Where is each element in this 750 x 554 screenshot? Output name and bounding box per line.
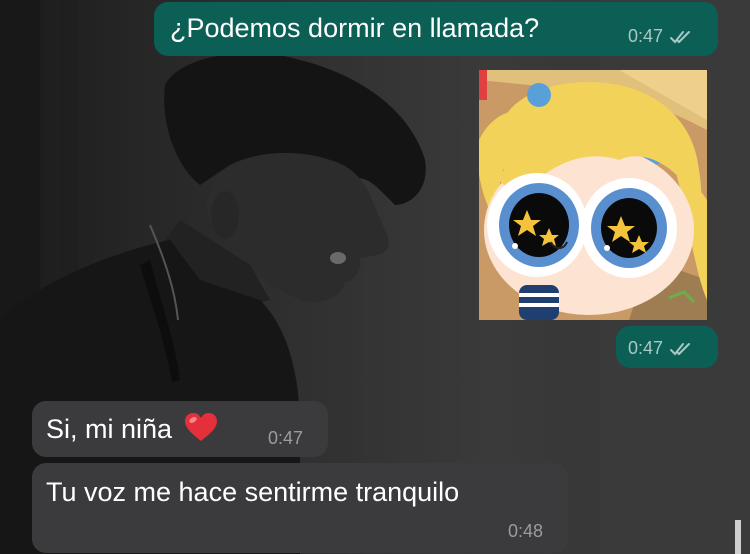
message-text: Tu voz me hace sentirme tranquilo bbox=[46, 477, 460, 507]
bubbles-star-eyes-sticker bbox=[479, 70, 707, 320]
message-text: Si, mi niña bbox=[46, 412, 218, 449]
message-time: 0:47 bbox=[268, 428, 304, 448]
message-bubble-outgoing-sticker-meta[interactable]: 0:47 bbox=[616, 326, 718, 368]
message-bubble-incoming[interactable]: Si, mi niña 0:47 bbox=[32, 401, 328, 457]
message-time: 0:47 bbox=[628, 338, 664, 358]
read-double-check-icon bbox=[670, 343, 691, 356]
sticker-image[interactable] bbox=[479, 70, 707, 320]
message-time: 0:48 bbox=[508, 521, 544, 541]
message-timestamp: 0:47 bbox=[628, 338, 695, 359]
message-time: 0:47 bbox=[628, 26, 664, 46]
heart-emoji-icon bbox=[184, 412, 218, 449]
message-text: ¿Podemos dormir en llamada? bbox=[170, 13, 540, 43]
message-text-body: Si, mi niña bbox=[46, 414, 173, 444]
message-bubble-incoming[interactable]: Tu voz me hace sentirme tranquilo 0:48 bbox=[32, 463, 568, 553]
wallpaper-pole bbox=[735, 520, 741, 554]
message-timestamp: 0:47 bbox=[628, 26, 695, 47]
read-double-check-icon bbox=[670, 31, 691, 44]
message-bubble-outgoing[interactable]: ¿Podemos dormir en llamada? 0:47 bbox=[154, 2, 718, 56]
